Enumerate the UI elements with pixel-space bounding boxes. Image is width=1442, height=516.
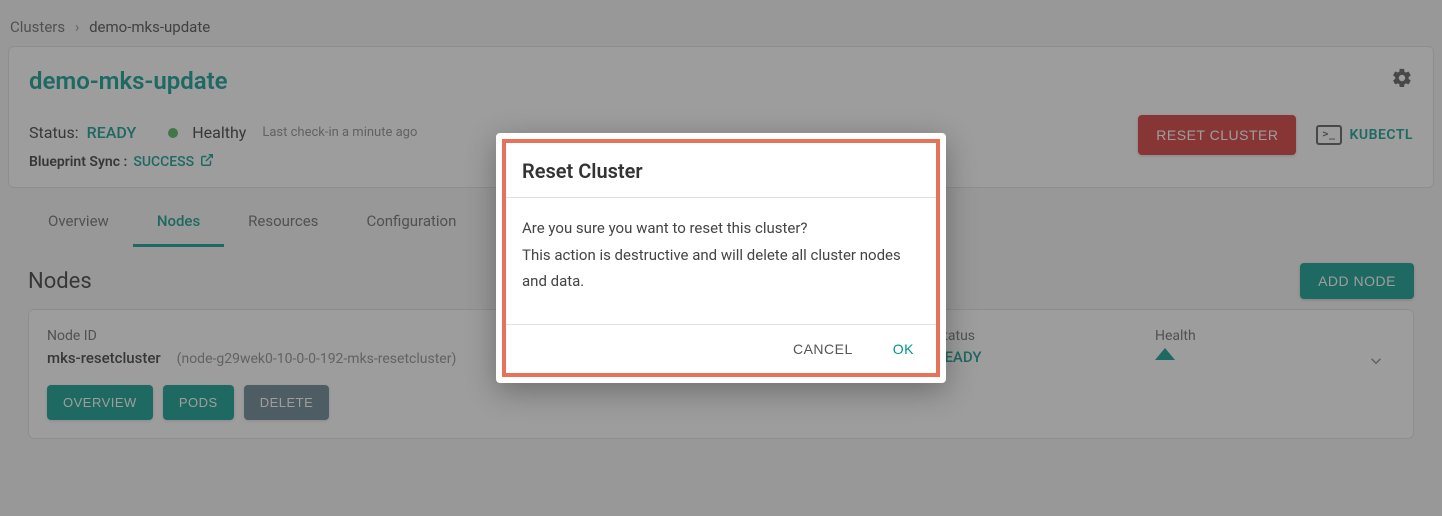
reset-cluster-dialog: Reset Cluster Are you sure you want to r… (496, 133, 946, 384)
modal-title: Reset Cluster (522, 159, 920, 183)
cancel-button[interactable]: CANCEL (785, 335, 861, 363)
modal-line2: This action is destructive and will dele… (522, 243, 920, 294)
ok-button[interactable]: OK (885, 335, 922, 363)
modal-line1: Are you sure you want to reset this clus… (522, 216, 920, 242)
modal-overlay[interactable]: Reset Cluster Are you sure you want to r… (0, 0, 1442, 516)
